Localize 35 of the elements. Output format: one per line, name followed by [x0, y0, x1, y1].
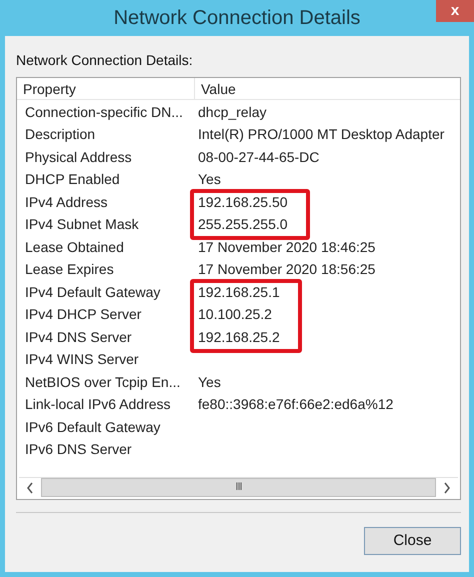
property-cell-text: IPv4 Subnet Mask [24, 215, 140, 234]
value-cell: 17 November 2020 18:46:25 [198, 238, 376, 255]
value-cell: 255.255.255.0 [198, 216, 288, 232]
property-cell-text: Lease Expires [24, 260, 115, 280]
value-cell: Intel(R) PRO/1000 MT Desktop Adapter [198, 126, 444, 142]
property-cell-text: IPv4 DNS Server [24, 328, 133, 347]
value-cell: Yes [198, 374, 221, 390]
property-cell-text: IPv4 WINS Server [24, 350, 140, 370]
property-cell-text: IPv4 Address [24, 192, 108, 212]
value-cell: Yes [198, 171, 221, 188]
close-button[interactable]: Close [364, 527, 461, 555]
window-title: Network Connection Details [114, 6, 360, 31]
column-header[interactable]: Value [195, 78, 242, 99]
property-cell-text: IPv4 DHCP Server [24, 305, 142, 324]
property-cell-text: Description [24, 125, 96, 144]
property-cell-text: Lease Obtained [24, 238, 125, 257]
value-cell: 17 November 2020 18:56:25 [198, 261, 376, 278]
property-cell-text: Connection-specific DN... [24, 102, 184, 122]
value-cell: 08-00-27-44-65-DC [198, 148, 320, 165]
property-cell-text: IPv4 Default Gateway [24, 282, 162, 302]
property-cell-text: IPv6 Default Gateway [24, 418, 162, 437]
property-cell-text: IPv6 DNS Server [24, 440, 133, 460]
value-cell: dhcp_relay [198, 104, 266, 120]
property-cell-text: DHCP Enabled [24, 170, 121, 190]
section-label: Network Connection Details: [16, 51, 194, 70]
value-cell: 192.168.25.50 [198, 194, 288, 210]
value-cell: 10.100.25.2 [198, 306, 272, 322]
value-cell: fe80::3968:e76f:66e2:ed6a%12 [198, 396, 394, 412]
column-header[interactable]: Property [17, 78, 195, 99]
value-cell: 192.168.25.1 [198, 284, 280, 300]
property-cell-text: NetBIOS over Tcpip En... [24, 372, 182, 392]
value-cell: 192.168.25.2 [198, 328, 280, 345]
property-cell-text: Link-local IPv6 Address [24, 395, 172, 414]
close-button[interactable]: x [436, 0, 474, 22]
property-cell-text: Physical Address [24, 148, 133, 167]
